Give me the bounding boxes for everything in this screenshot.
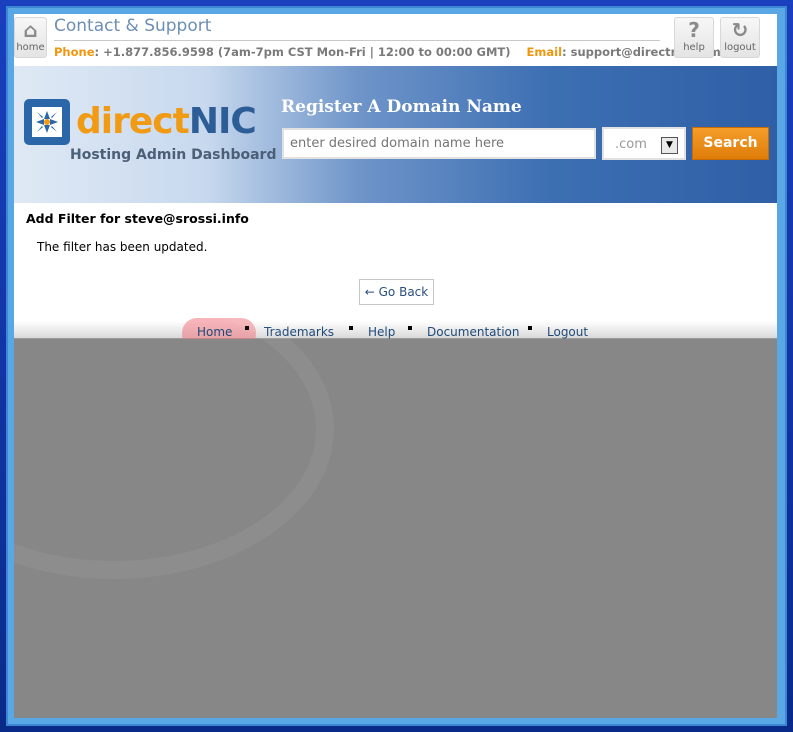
logout-button[interactable]: ↻ logout bbox=[720, 17, 760, 58]
header-banner: directNIC Hosting Admin Dashboard Regist… bbox=[14, 66, 777, 203]
home-button[interactable]: ⌂ home bbox=[14, 17, 47, 58]
email-label: Email bbox=[526, 45, 563, 59]
directnic-logo-icon[interactable] bbox=[24, 99, 70, 145]
contact-divider bbox=[54, 40, 660, 41]
phone-label: Phone bbox=[54, 45, 95, 59]
home-icon: ⌂ bbox=[23, 18, 38, 42]
footer-separator bbox=[528, 326, 532, 330]
question-icon: ? bbox=[688, 18, 700, 42]
register-domain-title: Register A Domain Name bbox=[281, 97, 522, 117]
status-message: The filter has been updated. bbox=[37, 240, 208, 254]
refresh-icon: ↻ bbox=[731, 18, 749, 42]
logo-text-nic: NIC bbox=[188, 101, 257, 142]
go-back-button[interactable]: ← Go Back bbox=[359, 279, 434, 305]
page-title: Add Filter for steve@srossi.info bbox=[26, 211, 249, 226]
contact-title: Contact & Support bbox=[54, 16, 212, 36]
footer-link-help[interactable]: Help bbox=[368, 325, 395, 339]
dropdown-arrow-icon[interactable]: ▼ bbox=[661, 137, 678, 154]
tld-select[interactable]: .com ▼ bbox=[602, 127, 686, 160]
logo-text-direct: direct bbox=[76, 101, 190, 142]
contact-info: Phone: +1.877.856.9598 (7am-7pm CST Mon-… bbox=[54, 45, 721, 59]
footer-link-logout[interactable]: Logout bbox=[547, 325, 588, 339]
footer-separator bbox=[349, 326, 353, 330]
directnic-logo-text[interactable]: directNIC bbox=[76, 101, 257, 142]
domain-search-input[interactable] bbox=[282, 128, 596, 159]
help-label: help bbox=[683, 42, 705, 53]
tld-selected-value: .com bbox=[615, 137, 647, 152]
search-button[interactable]: Search bbox=[692, 127, 769, 160]
home-label: home bbox=[16, 42, 45, 53]
phone-value: : +1.877.856.9598 (7am-7pm CST Mon-Fri |… bbox=[94, 45, 511, 59]
footer-link-documentation[interactable]: Documentation bbox=[427, 325, 520, 339]
logout-label: logout bbox=[724, 42, 756, 53]
top-bar: ⌂ home Contact & Support Phone: +1.877.8… bbox=[14, 14, 777, 66]
help-button[interactable]: ? help bbox=[674, 17, 714, 58]
footer-separator bbox=[408, 326, 412, 330]
logo-subtitle: Hosting Admin Dashboard bbox=[70, 147, 277, 163]
window-frame: ⌂ home Contact & Support Phone: +1.877.8… bbox=[0, 0, 793, 732]
page-background bbox=[14, 279, 777, 718]
page: ⌂ home Contact & Support Phone: +1.877.8… bbox=[14, 14, 777, 718]
